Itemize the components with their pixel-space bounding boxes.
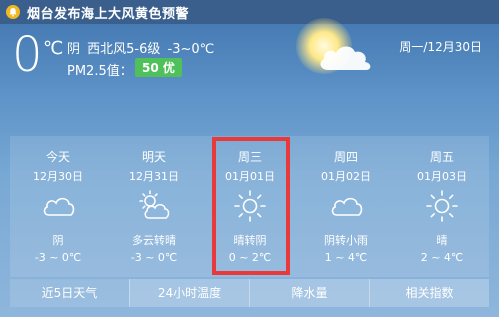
day-name: 周四 (333, 150, 358, 164)
day-date: 01月02日 (321, 170, 371, 183)
weather-widget: 烟台发布海上大风黄色预警 0 ℃ 阴 西北风5-6级 -3~0℃ PM2.5值：… (0, 0, 499, 317)
day-condition: 阴转小雨 (324, 234, 368, 247)
tab-5-day-weather[interactable]: 近5日天气 (10, 279, 129, 307)
cloudy-icon (331, 197, 363, 216)
temperature-unit: ℃ (43, 38, 64, 59)
current-condition: 阴 西北风5-6级 -3~0℃ (67, 42, 215, 57)
day-date: 12月30日 (33, 170, 83, 183)
day-date: 01月03日 (417, 170, 467, 183)
weather-alert-bar[interactable]: 烟台发布海上大风黄色预警 (0, 0, 499, 24)
day-condition: 晴 (436, 234, 448, 247)
alert-text: 烟台发布海上大风黄色预警 (27, 6, 190, 22)
current-date: 周一/12月30日 (399, 40, 482, 54)
highlight-box (212, 137, 290, 275)
pm25-label: PM2.5值： (67, 64, 133, 79)
day-temperature-range: -3 ~ 0℃ (34, 251, 82, 264)
forecast-day[interactable]: 今天 12月30日 阴 -3 ~ 0℃ (10, 136, 106, 277)
day-condition: 阴 (52, 234, 64, 247)
cloud-decoration-icon (320, 46, 371, 70)
tab-related-indices[interactable]: 相关指数 (369, 279, 489, 307)
day-name: 明天 (141, 150, 166, 164)
forecast-day[interactable]: 明天 12月31日 多云转晴 -3 ~ 0℃ (106, 136, 202, 277)
forecast-day[interactable]: 周五 01月03日 晴 2 ~ 4℃ (394, 136, 490, 277)
partly-cloudy-icon (139, 190, 170, 219)
cloudy-icon (43, 197, 75, 216)
forecast-tabs: 近5日天气 24小时温度 降水量 相关指数 (10, 279, 489, 307)
pm25-badge: 50 优 (135, 58, 182, 77)
day-condition: 多云转晴 (132, 234, 176, 247)
day-name: 周五 (429, 150, 454, 164)
tab-24h-temperature[interactable]: 24小时温度 (129, 279, 249, 307)
tab-precipitation[interactable]: 降水量 (249, 279, 369, 307)
current-temperature: 0 (12, 27, 43, 83)
day-name: 今天 (45, 150, 70, 164)
sunny-icon (426, 190, 458, 222)
day-temperature-range: 1 ~ 4℃ (324, 251, 368, 264)
forecast-day[interactable]: 周四 01月02日 阴转小雨 1 ~ 4℃ (298, 136, 394, 277)
day-date: 12月31日 (129, 170, 179, 183)
day-temperature-range: 2 ~ 4℃ (420, 251, 464, 264)
day-temperature-range: -3 ~ 0℃ (130, 251, 178, 264)
bell-icon (6, 5, 20, 19)
